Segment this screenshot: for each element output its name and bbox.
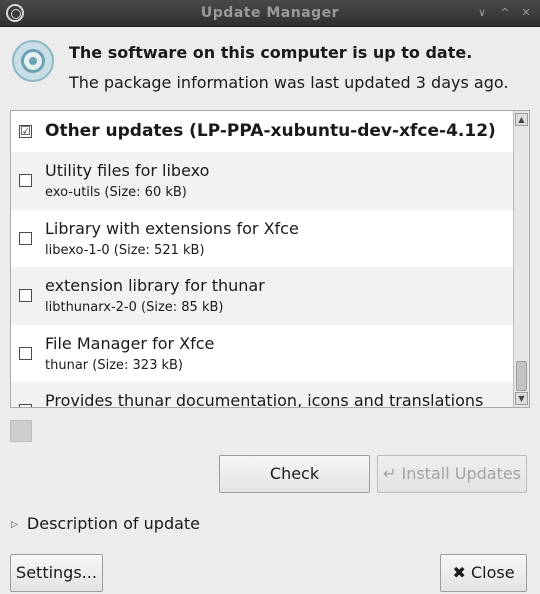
settings-button-label: Settings... bbox=[16, 563, 97, 582]
item-checkbox[interactable] bbox=[19, 289, 32, 302]
expander-arrow-icon: ▷ bbox=[11, 520, 18, 530]
scroll-up-icon[interactable]: ▲ bbox=[515, 113, 528, 126]
item-detail: libthunarx-2-0 (Size: 85 kB) bbox=[45, 300, 224, 315]
scroll-down-icon[interactable]: ▼ bbox=[515, 392, 528, 405]
update-status-icon bbox=[12, 40, 54, 82]
window-title: Update Manager bbox=[200, 5, 340, 21]
item-title: extension library for thunar bbox=[45, 276, 265, 295]
list-scrollbar[interactable]: ▲ ▼ bbox=[513, 111, 529, 407]
list-item[interactable]: Utility files for libexo exo-utils (Size… bbox=[11, 152, 513, 210]
status-headline: The software on this computer is up to d… bbox=[69, 43, 473, 62]
item-checkbox[interactable] bbox=[19, 231, 32, 245]
settings-button[interactable]: Settings... bbox=[10, 554, 103, 592]
minimize-button[interactable]: ∨ bbox=[474, 4, 490, 22]
item-title: Provides thunar documentation, icons and… bbox=[45, 391, 484, 408]
progress-indicator bbox=[10, 420, 32, 442]
description-expander[interactable]: ▷ Description of update bbox=[11, 514, 200, 533]
item-checkbox[interactable] bbox=[19, 346, 32, 360]
close-button[interactable]: ✖ Close bbox=[440, 554, 527, 592]
item-checkbox[interactable] bbox=[19, 174, 32, 187]
install-icon: ↵ bbox=[382, 464, 397, 483]
list-item[interactable]: Provides thunar documentation, icons and… bbox=[11, 382, 513, 408]
list-item[interactable]: Library with extensions for Xfce libexo-… bbox=[11, 210, 513, 268]
group-checkbox[interactable]: ☑ bbox=[19, 125, 32, 138]
close-icon: ✖ bbox=[452, 563, 466, 582]
install-button-label: Install Updates bbox=[401, 464, 522, 483]
list-item[interactable]: File Manager for Xfce thunar (Size: 323 … bbox=[11, 325, 513, 383]
item-detail: libexo-1-0 (Size: 521 kB) bbox=[45, 242, 205, 258]
item-title: Utility files for libexo bbox=[45, 161, 210, 180]
item-detail: thunar (Size: 323 kB) bbox=[45, 357, 183, 373]
item-detail: exo-utils (Size: 60 kB) bbox=[45, 185, 187, 200]
expander-label: Description of update bbox=[26, 514, 201, 533]
check-button-label: Check bbox=[269, 464, 320, 483]
item-checkbox[interactable] bbox=[19, 404, 32, 407]
close-window-button[interactable]: ✕ bbox=[518, 4, 534, 22]
group-label: Other updates (LP-PPA-xubuntu-dev-xfce-4… bbox=[45, 121, 496, 141]
update-group-row[interactable]: ☑ Other updates (LP-PPA-xubuntu-dev-xfce… bbox=[11, 111, 513, 152]
close-button-label: Close bbox=[470, 563, 515, 582]
maximize-button[interactable]: ^ bbox=[497, 4, 513, 22]
item-title: File Manager for Xfce bbox=[45, 333, 215, 353]
updates-list[interactable]: ☑ Other updates (LP-PPA-xubuntu-dev-xfce… bbox=[10, 110, 530, 408]
title-bar: Update Manager ∨ ^ ✕ bbox=[0, 0, 540, 27]
scrollbar-thumb[interactable] bbox=[516, 361, 527, 391]
status-subline: The package information was last updated… bbox=[69, 73, 509, 92]
check-button[interactable]: Check bbox=[219, 455, 370, 493]
install-updates-button[interactable]: ↵ Install Updates bbox=[377, 455, 527, 493]
item-title: Library with extensions for Xfce bbox=[45, 218, 299, 238]
list-item[interactable]: extension library for thunar libthunarx-… bbox=[11, 267, 513, 325]
